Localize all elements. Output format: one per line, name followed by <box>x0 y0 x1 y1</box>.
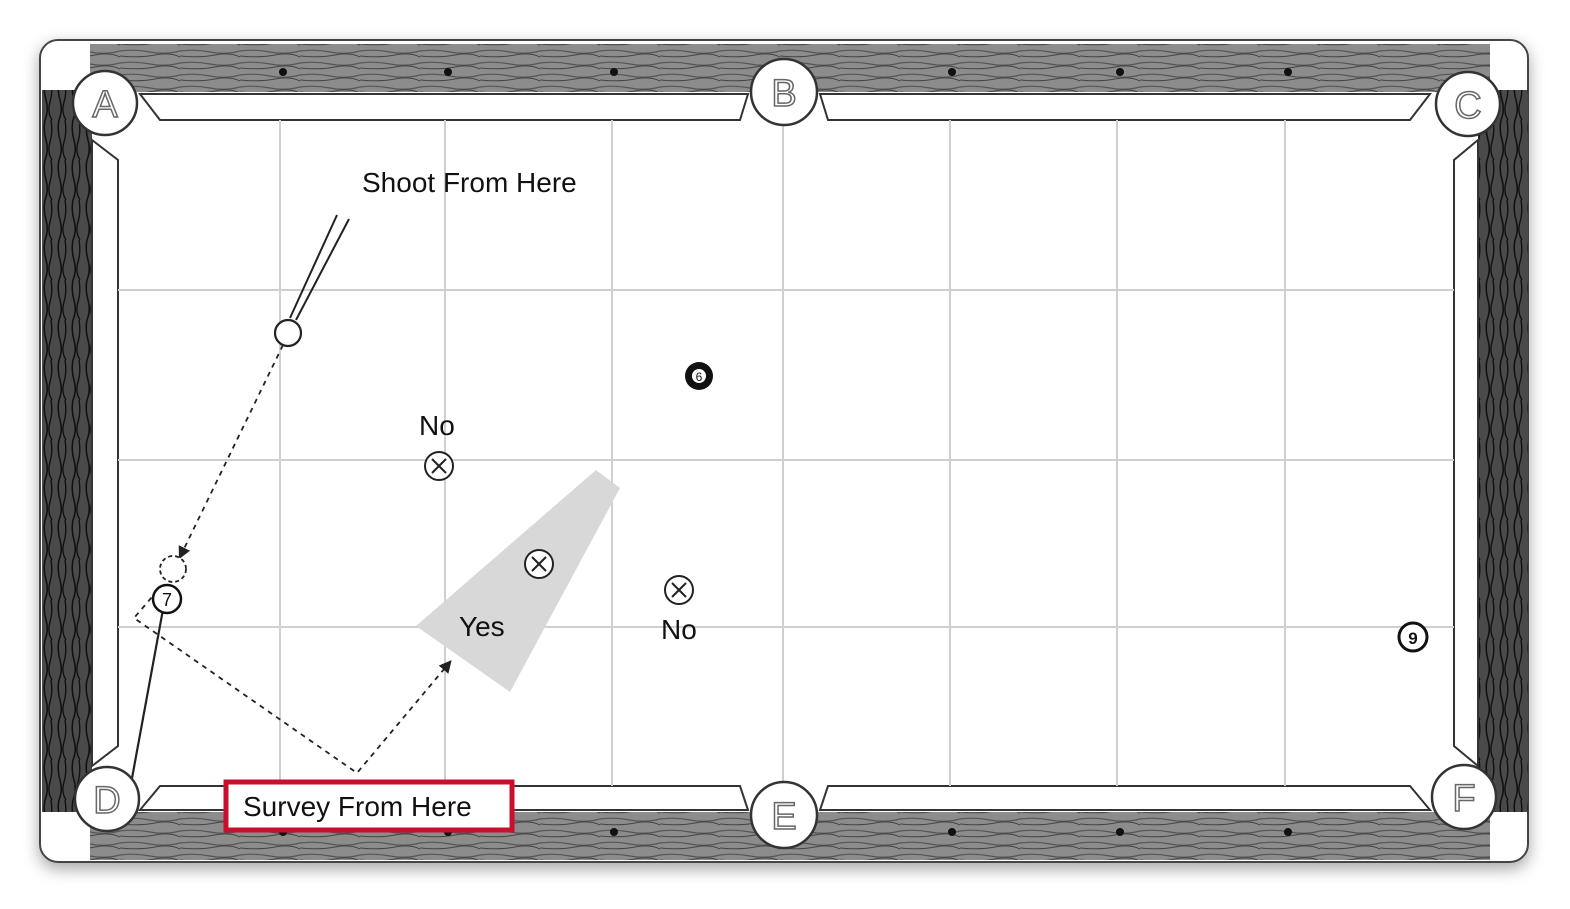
cue-ball <box>273 318 303 348</box>
pocket-a-label: A <box>92 84 118 126</box>
pocket-d-label: D <box>93 780 120 822</box>
right-cushion <box>1453 137 1479 769</box>
pocket-e: E <box>749 780 819 850</box>
pocket-b-label: B <box>771 73 796 115</box>
right-rail <box>1478 90 1528 812</box>
shoot-label: Shoot From Here <box>362 167 577 198</box>
pool-table-diagram: 7 6 9 A B C D E F Shoot From Here No Yes… <box>0 0 1570 904</box>
left-cushion <box>91 137 119 769</box>
top-right-cushion <box>818 93 1433 121</box>
diagram-svg: 7 6 9 A B C D E F Shoot From Here No Yes… <box>39 39 1529 863</box>
survey-label: Survey From Here <box>243 791 472 822</box>
ball-six-number: 6 <box>696 370 703 384</box>
no-label-upper: No <box>419 410 455 441</box>
pocket-f: F <box>1430 763 1498 831</box>
ball-nine-number: 9 <box>1408 629 1417 648</box>
no-label-lower: No <box>661 614 697 645</box>
ball-seven-number: 7 <box>162 590 172 610</box>
dashed-circle-icon <box>159 555 187 583</box>
circled-x-icon <box>664 575 694 605</box>
pocket-b: B <box>749 57 819 127</box>
ball-nine: 9 <box>1397 621 1429 653</box>
top-left-cushion <box>137 93 750 121</box>
circled-x-icon <box>524 549 554 579</box>
circled-x-icon <box>424 451 454 481</box>
pocket-a: A <box>71 69 139 137</box>
pocket-c: C <box>1434 70 1502 138</box>
pocket-e-label: E <box>771 796 796 838</box>
pocket-c-label: C <box>1454 85 1481 127</box>
left-rail <box>42 90 92 812</box>
pocket-d: D <box>73 765 141 833</box>
ball-six: 6 <box>685 362 713 390</box>
bottom-right-cushion <box>818 785 1433 811</box>
ball-seven: 7 <box>151 583 183 615</box>
pocket-f-label: F <box>1452 778 1475 820</box>
yes-label: Yes <box>459 611 505 642</box>
